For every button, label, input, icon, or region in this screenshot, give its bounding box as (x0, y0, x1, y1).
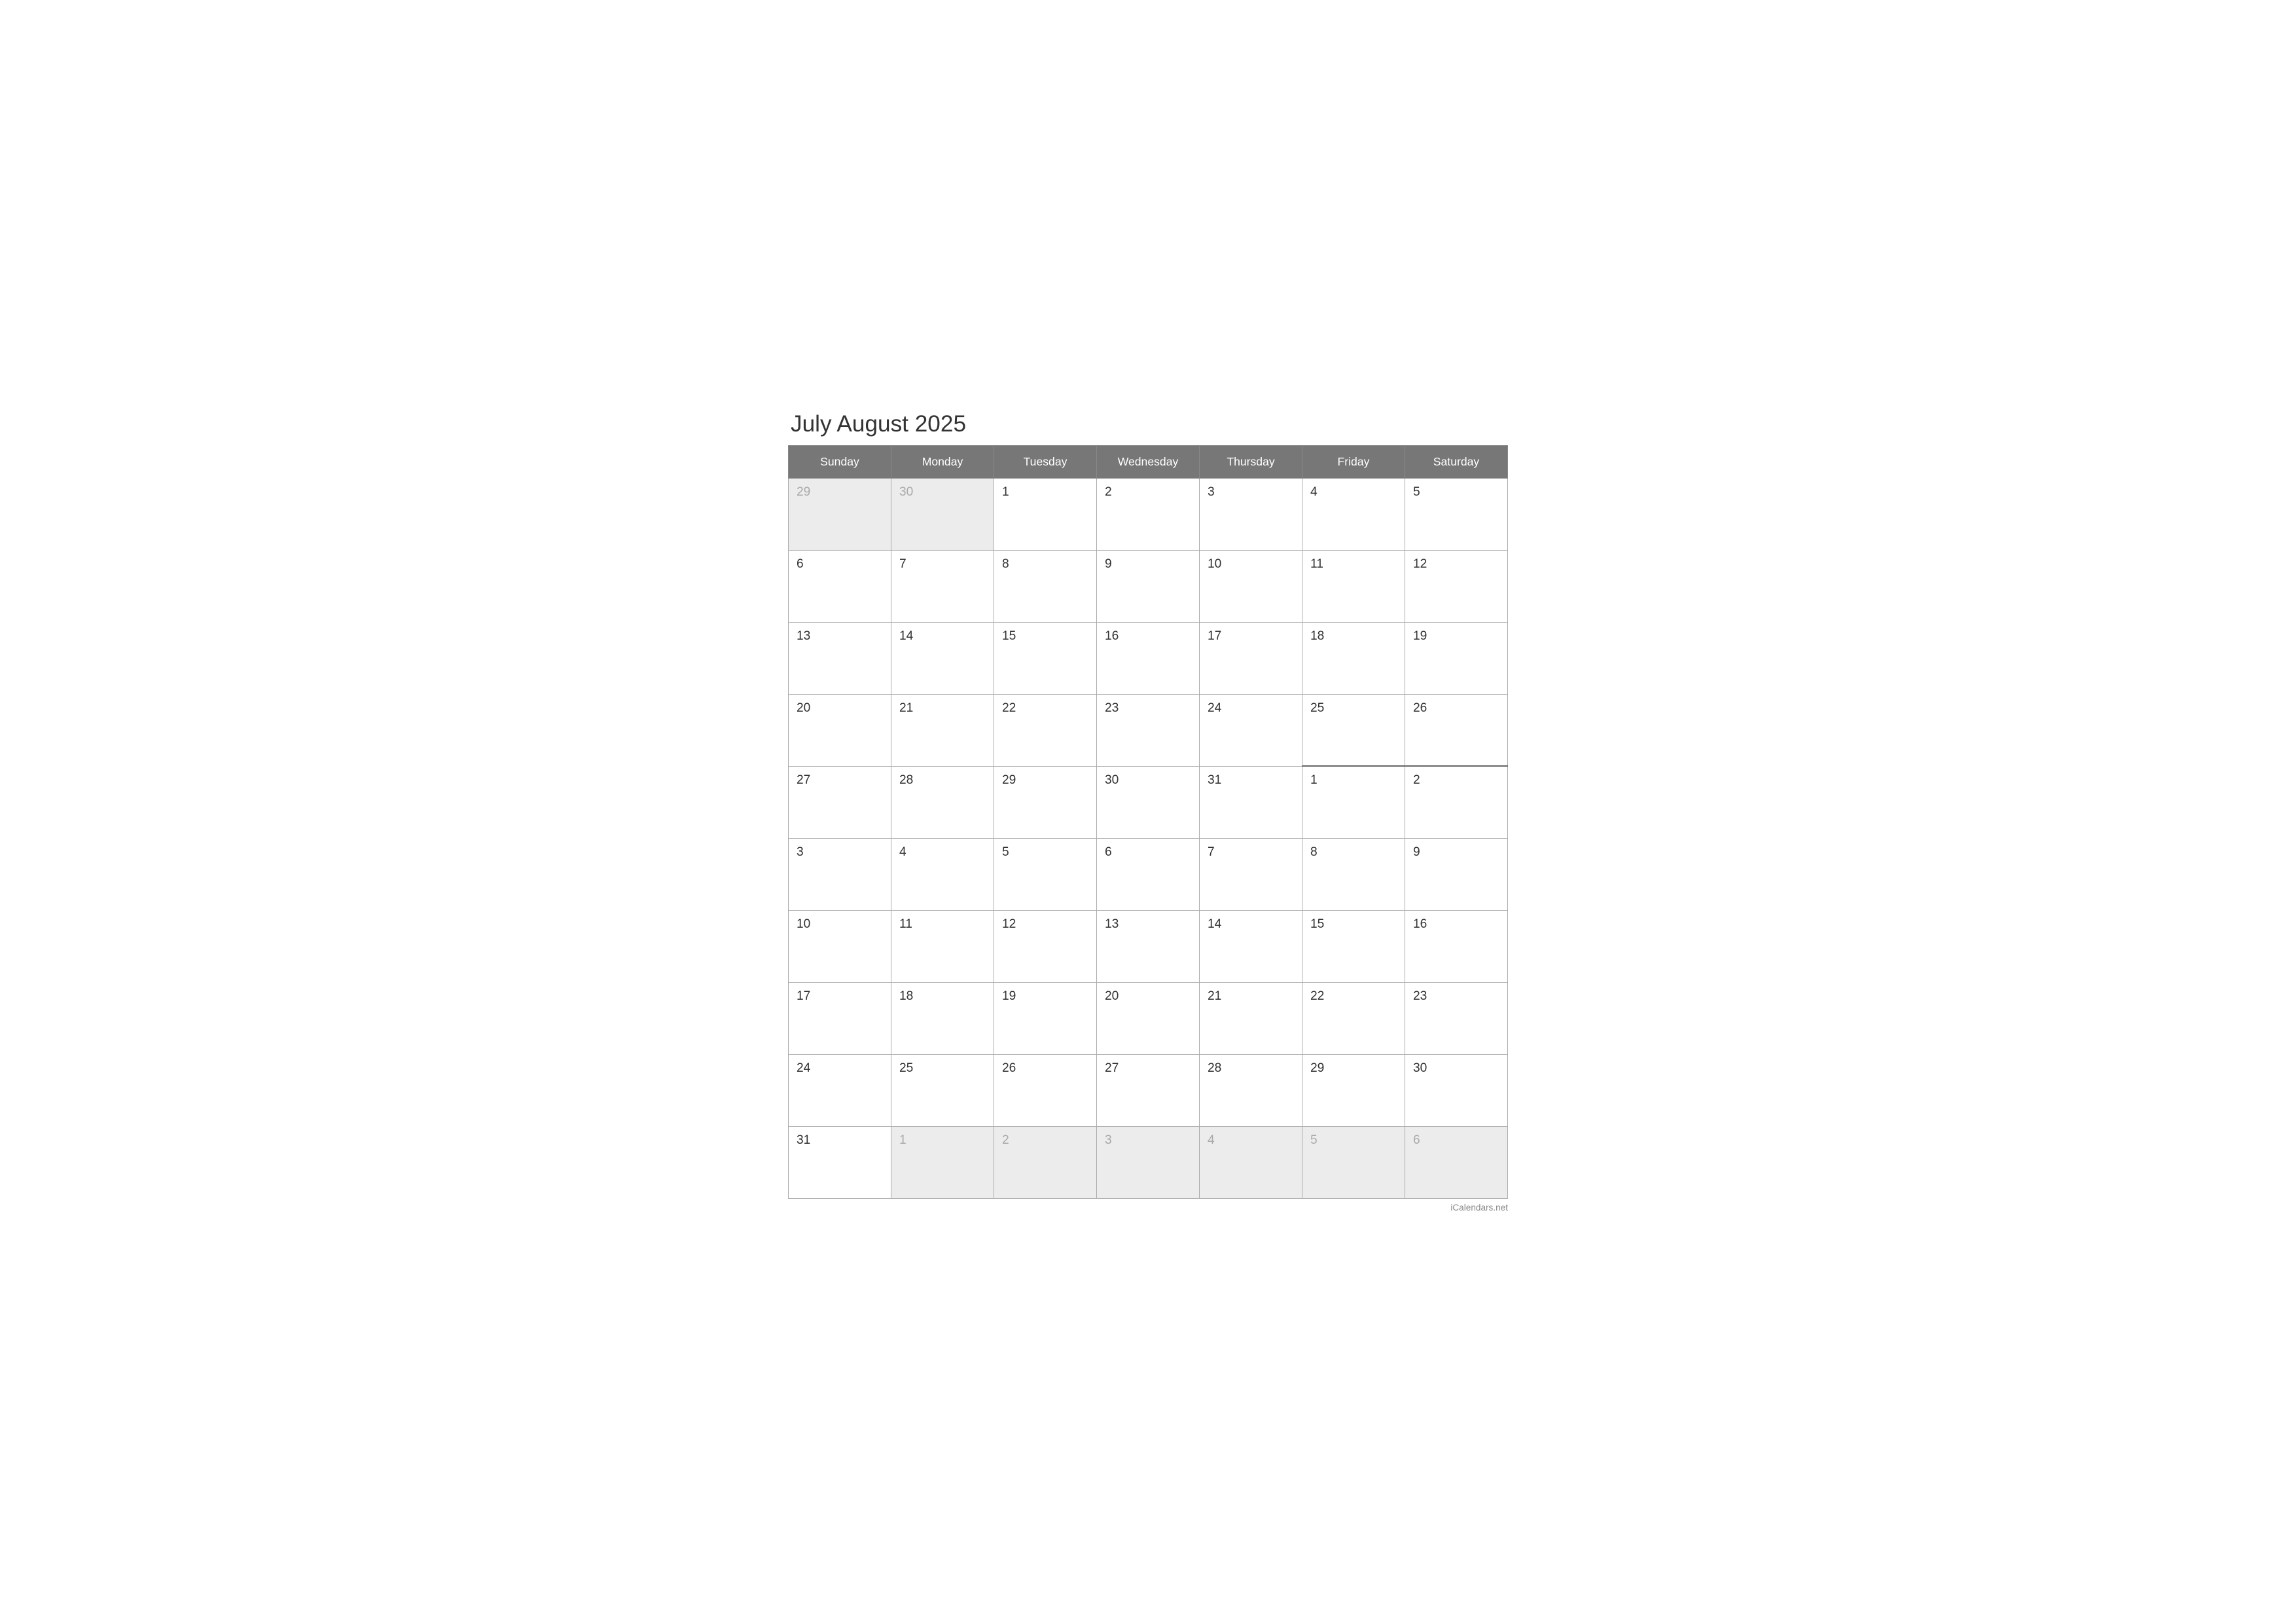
header-row: SundayMondayTuesdayWednesdayThursdayFrid… (789, 445, 1508, 478)
header-day-wednesday: Wednesday (1097, 445, 1200, 478)
calendar-body: 2930123456789101112131415161718192021222… (789, 478, 1508, 1198)
calendar-cell: 5 (994, 838, 1097, 910)
calendar-cell: 12 (1405, 550, 1508, 622)
calendar-cell: 27 (1097, 1054, 1200, 1126)
calendar-cell: 13 (1097, 910, 1200, 982)
header-day-monday: Monday (891, 445, 994, 478)
calendar-title: July August 2025 (788, 411, 1508, 437)
calendar-cell: 18 (1302, 622, 1405, 694)
calendar-cell: 29 (789, 478, 891, 550)
calendar-cell: 28 (1200, 1054, 1302, 1126)
calendar-cell: 25 (1302, 694, 1405, 766)
calendar-cell: 9 (1405, 838, 1508, 910)
calendar-cell: 20 (789, 694, 891, 766)
calendar-cell: 22 (1302, 982, 1405, 1054)
calendar-cell: 7 (891, 550, 994, 622)
calendar-cell: 16 (1405, 910, 1508, 982)
calendar-cell: 15 (994, 622, 1097, 694)
calendar-cell: 31 (789, 1126, 891, 1198)
calendar-row: 6789101112 (789, 550, 1508, 622)
calendar-cell: 26 (994, 1054, 1097, 1126)
calendar-row: 3456789 (789, 838, 1508, 910)
calendar-cell: 9 (1097, 550, 1200, 622)
calendar-cell: 27 (789, 766, 891, 838)
calendar-row: 20212223242526 (789, 694, 1508, 766)
calendar-cell: 14 (1200, 910, 1302, 982)
calendar-cell: 2 (1097, 478, 1200, 550)
calendar-cell: 11 (1302, 550, 1405, 622)
calendar-cell: 8 (1302, 838, 1405, 910)
calendar-cell: 11 (891, 910, 994, 982)
calendar-cell: 20 (1097, 982, 1200, 1054)
calendar-cell: 23 (1405, 982, 1508, 1054)
calendar-cell: 6 (789, 550, 891, 622)
header-day-saturday: Saturday (1405, 445, 1508, 478)
calendar-cell: 1 (1302, 766, 1405, 838)
calendar-cell: 21 (1200, 982, 1302, 1054)
calendar-cell: 30 (891, 478, 994, 550)
calendar-cell: 17 (1200, 622, 1302, 694)
calendar-row: 24252627282930 (789, 1054, 1508, 1126)
calendar-row: 293012345 (789, 478, 1508, 550)
calendar-cell: 5 (1302, 1126, 1405, 1198)
calendar-cell: 22 (994, 694, 1097, 766)
calendar-cell: 18 (891, 982, 994, 1054)
calendar-row: 31123456 (789, 1126, 1508, 1198)
calendar-cell: 30 (1097, 766, 1200, 838)
calendar-cell: 1 (891, 1126, 994, 1198)
calendar-cell: 29 (994, 766, 1097, 838)
calendar-cell: 24 (789, 1054, 891, 1126)
calendar-cell: 2 (994, 1126, 1097, 1198)
calendar-cell: 4 (1302, 478, 1405, 550)
calendar-cell: 13 (789, 622, 891, 694)
calendar-cell: 21 (891, 694, 994, 766)
calendar-cell: 26 (1405, 694, 1508, 766)
header-day-thursday: Thursday (1200, 445, 1302, 478)
calendar-cell: 2 (1405, 766, 1508, 838)
calendar-cell: 29 (1302, 1054, 1405, 1126)
calendar-cell: 23 (1097, 694, 1200, 766)
header-day-sunday: Sunday (789, 445, 891, 478)
calendar-cell: 19 (994, 982, 1097, 1054)
calendar-cell: 1 (994, 478, 1097, 550)
calendar-cell: 30 (1405, 1054, 1508, 1126)
calendar-wrapper: July August 2025 SundayMondayTuesdayWedn… (788, 411, 1508, 1213)
calendar-cell: 4 (891, 838, 994, 910)
calendar-cell: 10 (1200, 550, 1302, 622)
calendar-header: SundayMondayTuesdayWednesdayThursdayFrid… (789, 445, 1508, 478)
calendar-table: SundayMondayTuesdayWednesdayThursdayFrid… (788, 445, 1508, 1199)
calendar-cell: 25 (891, 1054, 994, 1126)
calendar-cell: 15 (1302, 910, 1405, 982)
calendar-cell: 4 (1200, 1126, 1302, 1198)
calendar-cell: 6 (1405, 1126, 1508, 1198)
header-day-tuesday: Tuesday (994, 445, 1097, 478)
footer-text: iCalendars.net (1450, 1203, 1508, 1213)
calendar-row: 17181920212223 (789, 982, 1508, 1054)
calendar-cell: 6 (1097, 838, 1200, 910)
calendar-cell: 10 (789, 910, 891, 982)
calendar-cell: 24 (1200, 694, 1302, 766)
calendar-cell: 16 (1097, 622, 1200, 694)
calendar-cell: 31 (1200, 766, 1302, 838)
calendar-cell: 7 (1200, 838, 1302, 910)
calendar-row: 272829303112 (789, 766, 1508, 838)
calendar-cell: 3 (1097, 1126, 1200, 1198)
calendar-cell: 3 (1200, 478, 1302, 550)
calendar-cell: 14 (891, 622, 994, 694)
calendar-cell: 5 (1405, 478, 1508, 550)
calendar-cell: 17 (789, 982, 891, 1054)
calendar-cell: 19 (1405, 622, 1508, 694)
header-day-friday: Friday (1302, 445, 1405, 478)
calendar-cell: 12 (994, 910, 1097, 982)
calendar-cell: 3 (789, 838, 891, 910)
calendar-row: 13141516171819 (789, 622, 1508, 694)
calendar-cell: 28 (891, 766, 994, 838)
calendar-footer: iCalendars.net (788, 1203, 1508, 1213)
calendar-row: 10111213141516 (789, 910, 1508, 982)
calendar-cell: 8 (994, 550, 1097, 622)
